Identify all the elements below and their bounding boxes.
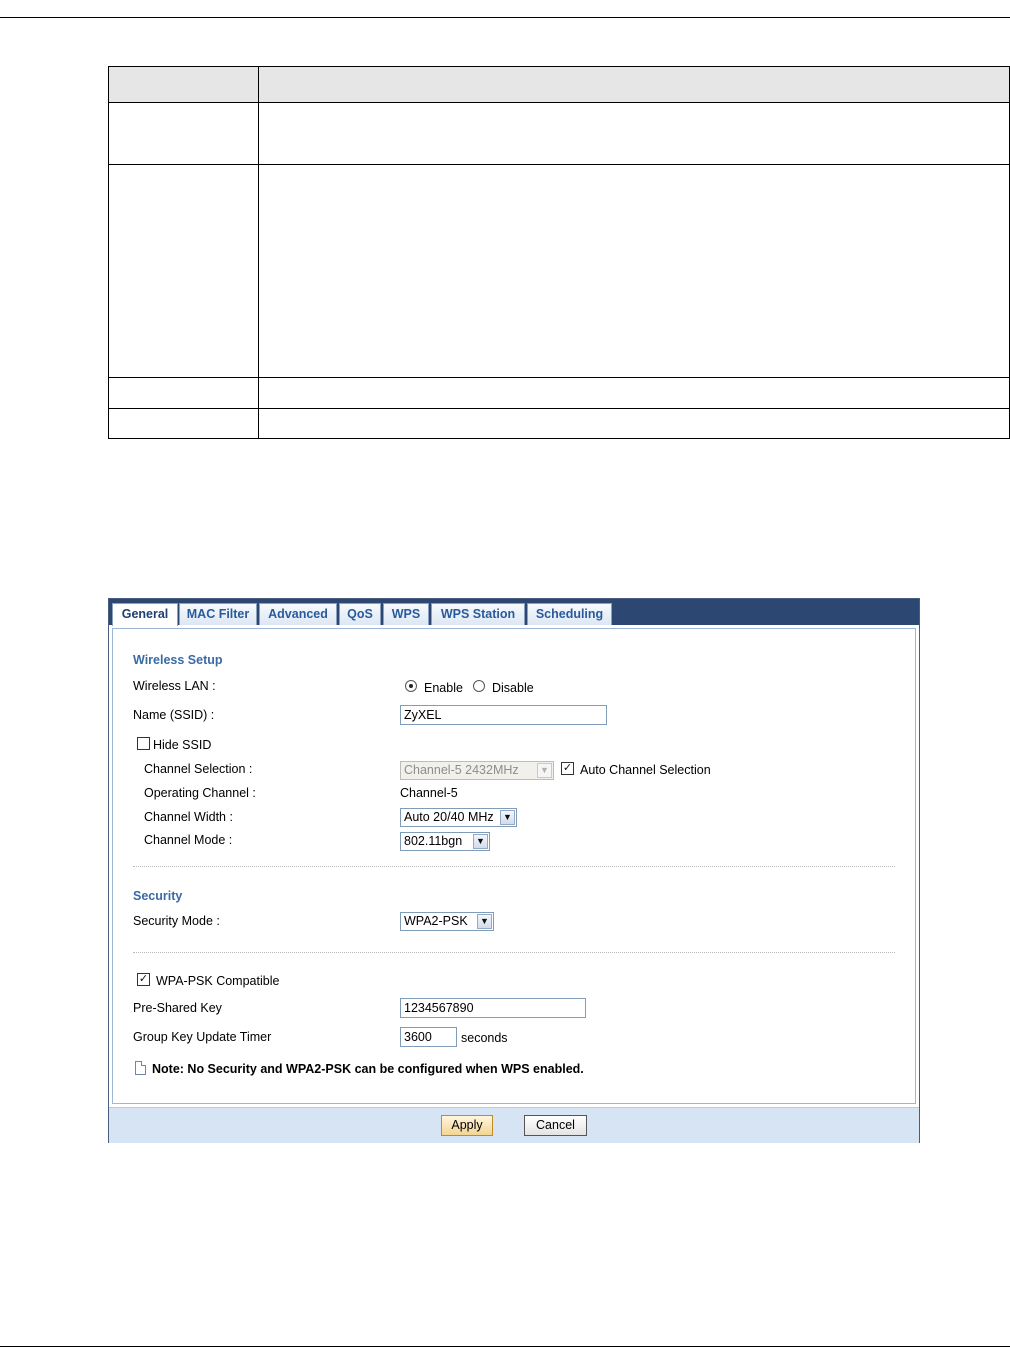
- channel-mode-label: Channel Mode :: [144, 833, 233, 847]
- channel-width-select[interactable]: Auto 20/40 MHz ▼: [400, 808, 517, 827]
- operating-channel-label: Operating Channel :: [144, 786, 256, 800]
- wireless-lan-label: Wireless LAN :: [133, 679, 216, 693]
- hide-ssid-label: Hide SSID: [153, 738, 212, 752]
- channel-selection-select[interactable]: Channel-5 2432MHz ▼: [400, 761, 554, 780]
- table-row: [108, 408, 1010, 439]
- group-key-update-timer-label: Group Key Update Timer: [133, 1030, 272, 1044]
- disable-label: Disable: [492, 681, 534, 695]
- channel-width-value: Auto 20/40 MHz: [404, 810, 494, 824]
- description-table: [108, 66, 1010, 439]
- table-cell: [108, 164, 259, 378]
- tab-content: Wireless Setup Wireless LAN : Enable Dis…: [112, 628, 916, 1104]
- radio-checked-icon[interactable]: [405, 680, 417, 692]
- cancel-button[interactable]: Cancel: [524, 1115, 587, 1136]
- table-cell: [108, 102, 259, 165]
- security-mode-select[interactable]: WPA2-PSK ▼: [400, 912, 494, 931]
- tab-qos[interactable]: QoS: [339, 603, 381, 625]
- section-divider: [133, 866, 895, 867]
- chevron-down-icon: ▼: [473, 834, 488, 849]
- ssid-label: Name (SSID) :: [133, 708, 215, 722]
- checkbox-checked-icon[interactable]: ✓: [137, 973, 150, 986]
- section-divider: [133, 952, 895, 953]
- table-cell: [258, 408, 1010, 439]
- note-icon: [135, 1061, 146, 1075]
- tab-wps-station[interactable]: WPS Station: [431, 603, 525, 625]
- ssid-input[interactable]: [400, 705, 607, 725]
- table-cell: [108, 408, 259, 439]
- table-cell: [258, 377, 1010, 409]
- tab-bar: General MAC Filter Advanced QoS WPS WPS …: [109, 599, 919, 626]
- table-row: [108, 102, 1010, 165]
- operating-channel-value: Channel-5: [400, 786, 458, 800]
- table-header-cell: [258, 66, 1010, 103]
- table-cell: [258, 102, 1010, 165]
- security-mode-value: WPA2-PSK: [404, 914, 468, 928]
- tab-advanced[interactable]: Advanced: [259, 603, 337, 625]
- wireless-settings-panel: General MAC Filter Advanced QoS WPS WPS …: [108, 598, 920, 1143]
- tab-scheduling[interactable]: Scheduling: [527, 603, 612, 625]
- channel-mode-value: 802.11bgn: [404, 834, 463, 848]
- chevron-down-icon: ▼: [500, 810, 515, 825]
- page-header-rule: [0, 17, 1010, 18]
- button-bar: Apply Cancel: [109, 1107, 919, 1143]
- chevron-down-icon: ▼: [477, 914, 492, 929]
- page-footer-rule: [0, 1346, 1010, 1347]
- channel-width-label: Channel Width :: [144, 810, 233, 824]
- channel-selection-value: Channel-5 2432MHz: [404, 763, 519, 777]
- channel-selection-label: Channel Selection :: [144, 762, 253, 776]
- wireless-setup-title: Wireless Setup: [133, 653, 223, 667]
- security-mode-label: Security Mode :: [133, 914, 220, 928]
- table-cell: [258, 164, 1010, 378]
- radio-unchecked-icon[interactable]: [473, 680, 485, 692]
- table-cell: [108, 377, 259, 409]
- group-key-update-timer-input[interactable]: [400, 1027, 457, 1047]
- checkbox-unchecked-icon[interactable]: [137, 737, 150, 750]
- checkbox-checked-icon[interactable]: ✓: [561, 762, 574, 775]
- tab-general[interactable]: General: [112, 603, 178, 626]
- table-row: [108, 377, 1010, 409]
- tab-mac-filter[interactable]: MAC Filter: [179, 603, 257, 625]
- table-header-cell: [108, 66, 259, 103]
- chevron-down-icon: ▼: [537, 763, 552, 778]
- security-title: Security: [133, 889, 183, 903]
- enable-label: Enable: [424, 681, 463, 695]
- channel-mode-select[interactable]: 802.11bgn ▼: [400, 832, 490, 851]
- wps-note: Note: No Security and WPA2-PSK can be co…: [152, 1062, 584, 1076]
- table-header-row: [108, 66, 1010, 103]
- seconds-label: seconds: [461, 1031, 508, 1045]
- tab-wps[interactable]: WPS: [383, 603, 429, 625]
- table-row: [108, 164, 1010, 378]
- pre-shared-key-input[interactable]: [400, 998, 586, 1018]
- pre-shared-key-label: Pre-Shared Key: [133, 1001, 222, 1015]
- auto-channel-selection-label: Auto Channel Selection: [580, 763, 711, 777]
- wpa-psk-compatible-label: WPA-PSK Compatible: [156, 974, 280, 988]
- apply-button[interactable]: Apply: [441, 1115, 493, 1136]
